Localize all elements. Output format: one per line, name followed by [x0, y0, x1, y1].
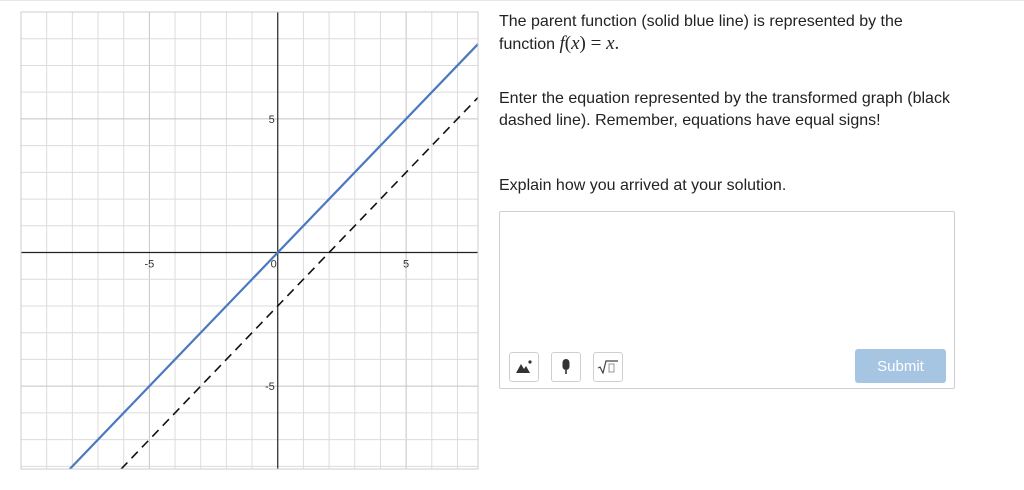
- image-icon: [516, 360, 532, 373]
- prompt-explain: Explain how you arrived at your solution…: [499, 177, 787, 194]
- microphone-icon: [562, 359, 570, 374]
- math-equals: =: [585, 33, 607, 54]
- coordinate-graph: -5 0 5 5 -5: [20, 11, 479, 470]
- square-root-icon: [597, 360, 618, 374]
- record-audio-button[interactable]: [551, 352, 581, 382]
- answer-input[interactable]: [500, 212, 954, 340]
- tick-label-y: 5: [269, 114, 275, 126]
- insert-math-button[interactable]: [593, 352, 623, 382]
- tick-label-x: 0: [271, 259, 277, 271]
- tick-label-y: -5: [265, 381, 275, 393]
- tick-label-x: -5: [144, 259, 154, 271]
- submit-button[interactable]: Submit: [855, 349, 946, 383]
- tick-label-x: 5: [403, 259, 409, 271]
- prompt-parent-function: The parent function (solid blue line) is…: [499, 11, 959, 56]
- insert-image-button[interactable]: [509, 352, 539, 382]
- math-rhs: x: [606, 33, 615, 54]
- prompt-enter-equation: Enter the equation represented by the tr…: [499, 90, 950, 129]
- parent-function-math: f(x) = x.: [559, 33, 619, 54]
- answer-box: Submit: [499, 211, 955, 389]
- math-period: .: [614, 33, 620, 54]
- math-x: x: [571, 33, 580, 54]
- graph-background: [21, 12, 478, 469]
